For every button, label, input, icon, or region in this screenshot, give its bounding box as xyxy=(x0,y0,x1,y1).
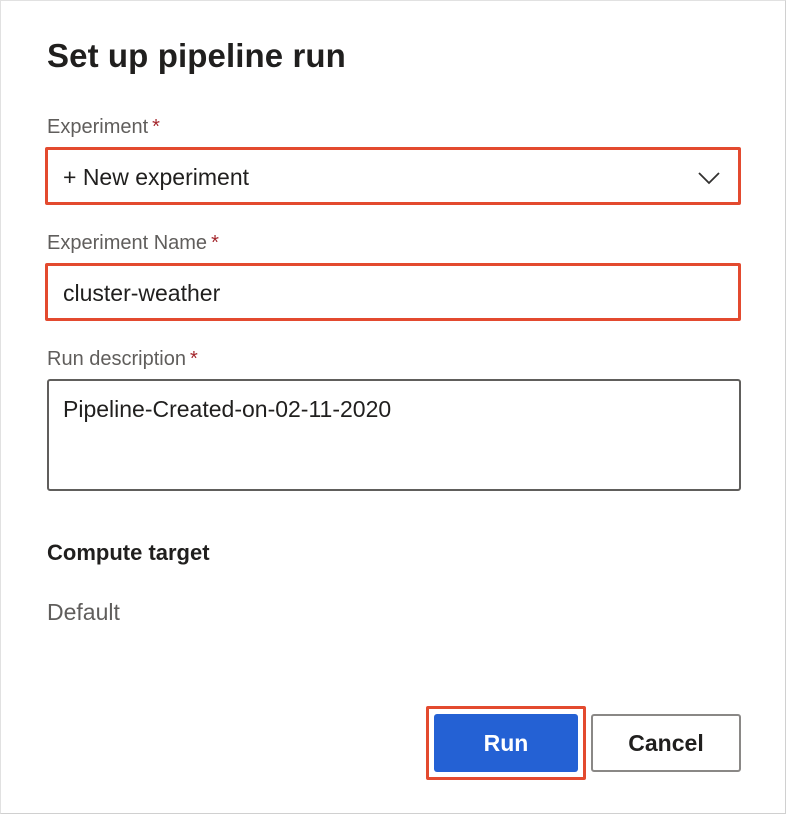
compute-target-heading: Compute target xyxy=(47,540,210,565)
experiment-selected-value: + New experiment xyxy=(63,163,249,190)
experiment-name-input[interactable] xyxy=(51,269,735,317)
run-description-label: Run description * xyxy=(47,348,198,371)
required-asterisk: * xyxy=(211,232,219,254)
chevron-down-icon[interactable] xyxy=(697,166,721,190)
run-button[interactable]: Run xyxy=(434,714,578,772)
run-description-label-text: Run description xyxy=(47,348,186,370)
cancel-button[interactable]: Cancel xyxy=(591,714,741,772)
required-asterisk: * xyxy=(152,116,160,138)
experiment-dropdown[interactable]: + New experiment xyxy=(51,153,735,201)
dialog-title: Set up pipeline run xyxy=(47,37,346,74)
experiment-name-label: Experiment Name * xyxy=(47,232,219,255)
compute-target-value: Default xyxy=(47,599,120,625)
experiment-label: Experiment * xyxy=(47,116,160,139)
setup-pipeline-run-dialog: Set up pipeline run Experiment * + New ex… xyxy=(0,0,786,814)
experiment-label-text: Experiment xyxy=(47,116,149,138)
experiment-name-label-text: Experiment Name xyxy=(47,232,208,254)
run-description-textarea[interactable]: Pipeline-Created-on-02-11-2020 xyxy=(47,379,741,491)
required-asterisk: * xyxy=(189,348,198,370)
